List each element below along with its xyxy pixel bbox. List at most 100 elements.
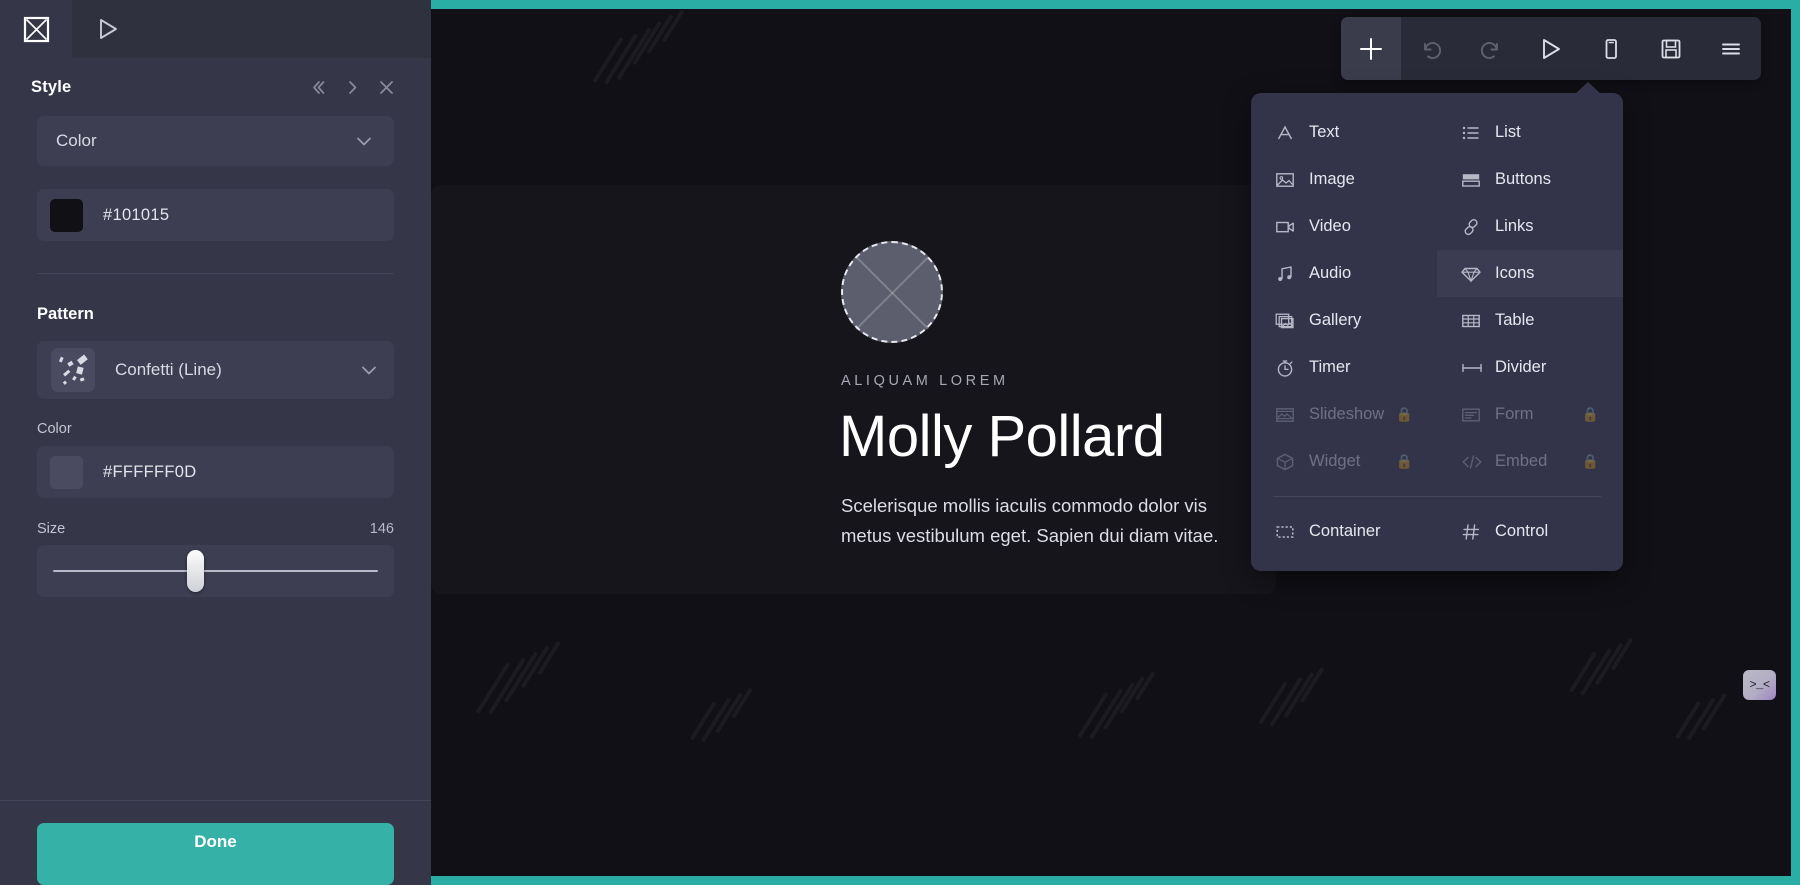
pattern-color-value: #FFFFFF0D [103,462,197,481]
pattern-size-label: Size [37,521,66,537]
buttons-icon [1461,170,1491,190]
mobile-preview-button[interactable] [1581,17,1641,80]
pattern-section-title: Pattern [37,305,94,323]
menu-item-image[interactable]: Image [1251,156,1437,203]
menu-item-widget[interactable]: Widget 🔒 [1251,438,1437,485]
slider-track [53,570,378,572]
hamburger-icon [1722,43,1740,54]
menu-item-divider[interactable]: Divider [1437,344,1623,391]
video-icon [1275,217,1305,237]
menu-pointer [1575,82,1601,94]
save-icon [1661,39,1681,58]
menu-item-label: List [1495,123,1521,141]
square-x-icon [23,16,49,42]
menu-item-label: Form [1495,405,1534,423]
menu-item-video[interactable]: Video [1251,203,1437,250]
menu-item-label: Container [1309,522,1381,540]
menu-item-label: Image [1309,170,1355,188]
menu-item-label: Embed [1495,452,1548,470]
menu-item-label: Gallery [1309,311,1362,329]
status-badge[interactable]: >_< [1743,670,1776,700]
mobile-icon [1605,38,1617,59]
headline-text[interactable]: Molly Pollard [839,403,1165,470]
style-sidebar: Style Color #101015 Pattern Confetti (Li… [0,0,431,885]
menu-item-icons[interactable]: Icons [1437,250,1623,297]
gallery-icon [1275,311,1305,331]
main-menu-button[interactable] [1701,17,1761,80]
table-icon [1461,311,1491,331]
body-text[interactable]: Scelerisque mollis iaculis commodo dolor… [841,491,1261,551]
style-color-value: #101015 [103,205,170,224]
canvas[interactable]: ALIQUAM LOREM Molly Pollard Scelerisque … [431,9,1791,876]
menu-item-text[interactable]: Text [1251,109,1437,156]
container-icon [1275,522,1305,542]
next-button[interactable] [335,70,369,104]
hash-icon [1461,522,1491,542]
menu-item-label: Buttons [1495,170,1551,188]
style-type-select[interactable]: Color [37,116,394,166]
menu-item-timer[interactable]: Timer [1251,344,1437,391]
embed-icon [1461,452,1491,472]
chevron-right-icon [348,80,356,94]
redo-button[interactable] [1461,17,1521,80]
add-element-button[interactable] [1341,17,1401,80]
menu-item-audio[interactable]: Audio [1251,250,1437,297]
slider-thumb[interactable] [187,550,204,592]
menu-item-list[interactable]: List [1437,109,1623,156]
diamond-icon [1461,264,1491,284]
menu-item-slideshow[interactable]: Slideshow 🔒 [1251,391,1437,438]
tab-placeholder[interactable] [0,0,72,58]
menu-item-container[interactable]: Container [1251,508,1437,555]
links-icon [1461,217,1491,237]
pattern-color-swatch [50,455,83,489]
menu-separator [1273,496,1601,497]
confetti-preview-icon [58,354,88,385]
play-icon [1543,38,1560,59]
avatar[interactable] [841,241,943,343]
style-color-swatch [50,198,83,232]
pattern-color-label: Color [37,421,72,437]
done-button[interactable]: Done [37,823,394,885]
prev-button[interactable] [301,70,335,104]
menu-item-label: Links [1495,217,1534,235]
menu-item-table[interactable]: Table [1437,297,1623,344]
menu-item-embed[interactable]: Embed 🔒 [1437,438,1623,485]
style-panel-body: Color #101015 Pattern Confetti (Line) Co… [0,116,431,800]
style-panel-header: Style [0,58,431,116]
pattern-value: Confetti (Line) [115,360,222,379]
editor-stage: ALIQUAM LOREM Molly Pollard Scelerisque … [431,0,1800,885]
pattern-size-value: 146 [369,521,394,537]
play-icon [100,19,117,39]
page-title: Style [31,77,72,96]
pattern-color-field[interactable]: #FFFFFF0D [37,446,394,498]
menu-item-label: Audio [1309,264,1352,282]
chevron-down-icon [357,137,371,146]
chevron-down-icon [362,366,376,375]
add-element-menu: Text List Image Buttons Video Links Audi… [1251,82,1623,571]
eyebrow-text: ALIQUAM LOREM [841,373,1009,389]
double-chevron-left-icon [312,80,324,94]
pattern-size-header: Size 146 [37,521,394,537]
add-menu-grid: Text List Image Buttons Video Links Audi… [1251,109,1623,485]
form-icon [1461,405,1491,425]
menu-item-label: Table [1495,311,1535,329]
add-menu-footer-grid: Container Control [1251,508,1623,555]
menu-item-gallery[interactable]: Gallery [1251,297,1437,344]
menu-item-form[interactable]: Form 🔒 [1437,391,1623,438]
save-button[interactable] [1641,17,1701,80]
lock-icon: 🔒 [1581,453,1599,469]
pattern-size-slider[interactable] [37,545,394,597]
menu-item-control[interactable]: Control [1437,508,1623,555]
pattern-select[interactable]: Confetti (Line) [37,341,394,399]
menu-item-label: Text [1309,123,1340,141]
style-color-field[interactable]: #101015 [37,189,394,241]
undo-button[interactable] [1401,17,1461,80]
menu-item-links[interactable]: Links [1437,203,1623,250]
menu-item-label: Timer [1309,358,1351,376]
timer-icon [1275,358,1305,378]
lock-icon: 🔒 [1581,406,1599,422]
tab-preview[interactable] [72,0,144,58]
preview-button[interactable] [1521,17,1581,80]
menu-item-buttons[interactable]: Buttons [1437,156,1623,203]
close-panel-button[interactable] [369,70,403,104]
